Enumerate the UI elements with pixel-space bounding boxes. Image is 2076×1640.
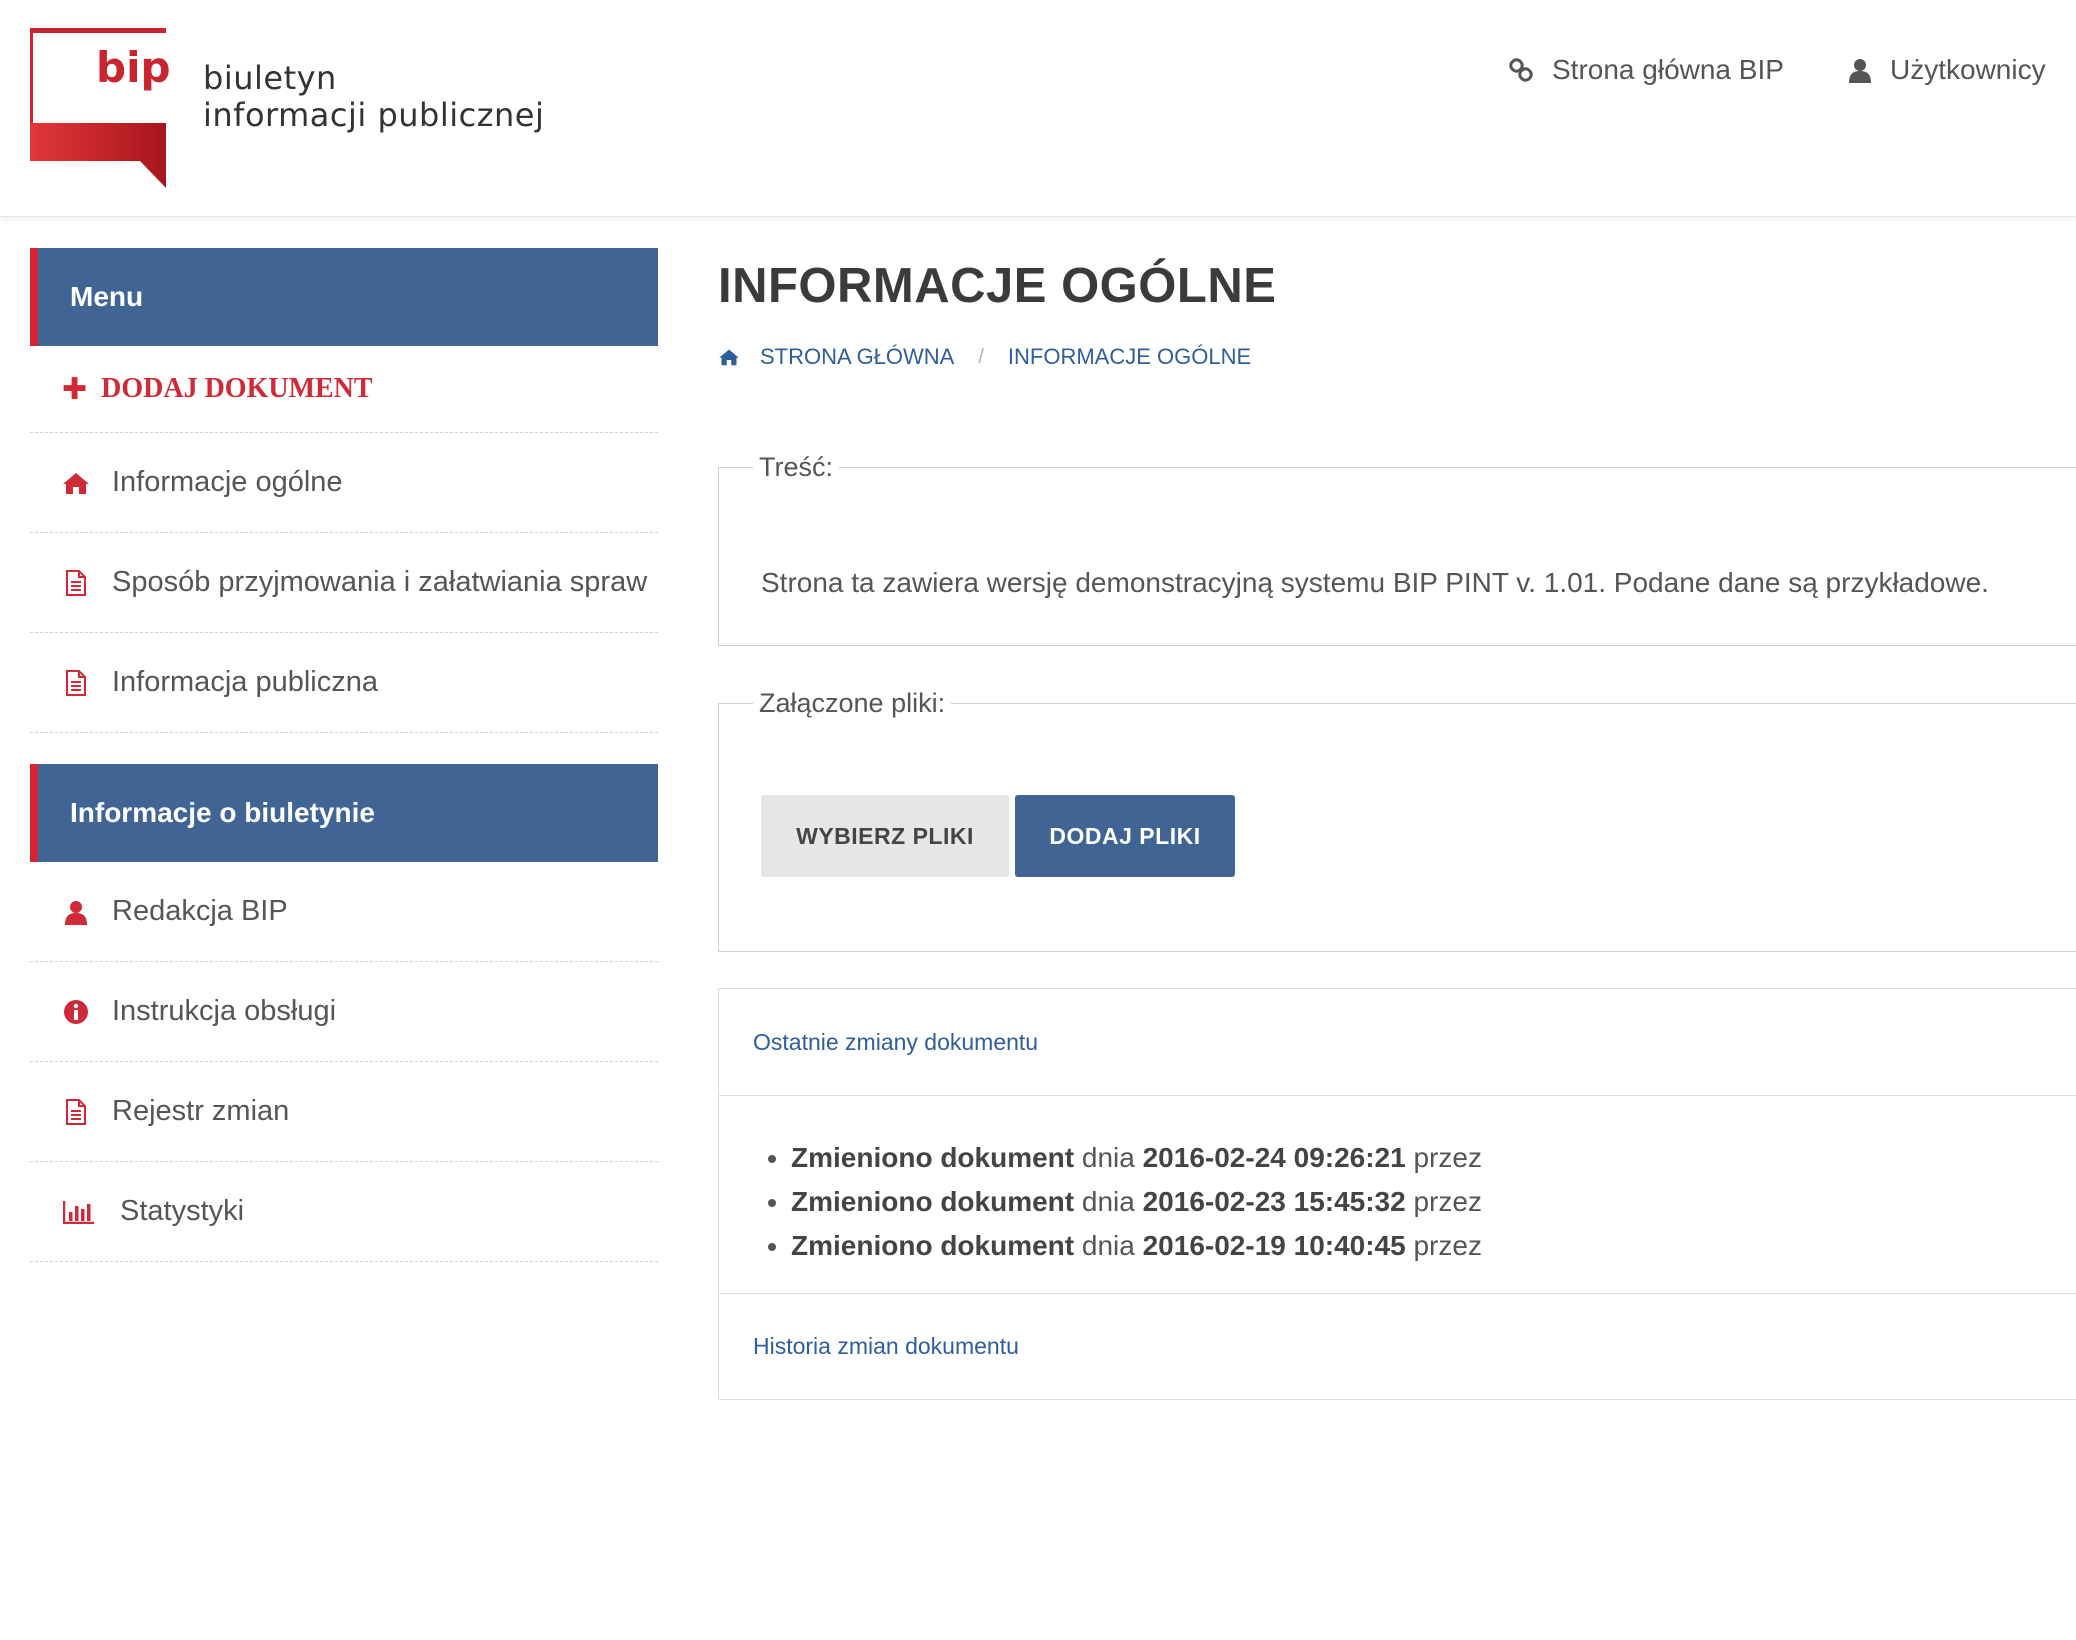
add-files-button[interactable]: DODAJ PLIKI xyxy=(1015,795,1235,877)
sidebar-item-label: Informacje ogólne xyxy=(112,466,343,498)
changes-list: Zmieniono dokument dnia 2016-02-24 09:26… xyxy=(719,1096,2076,1294)
list-item: Zmieniono dokument dnia 2016-02-23 15:45… xyxy=(791,1180,2076,1224)
change-action: Zmieniono dokument xyxy=(791,1230,1075,1261)
plus-icon: ✚ xyxy=(62,371,88,407)
sidebar-item-sposob-przyjmowania[interactable]: Sposób przyjmowania i załatwiania spraw xyxy=(30,533,658,633)
sidebar-item-label: Statystyki xyxy=(120,1195,245,1227)
change-word-day: dnia xyxy=(1081,1142,1135,1173)
bar-chart-icon xyxy=(62,1198,96,1226)
bip-mark: bip xyxy=(96,43,170,92)
add-document-label: DODAJ DOKUMENT xyxy=(101,373,373,404)
home-icon xyxy=(62,469,90,497)
content-text: Strona ta zawiera wersję demonstracyjną … xyxy=(761,567,1989,598)
info-icon xyxy=(62,998,90,1026)
change-word-day: dnia xyxy=(1081,1186,1135,1217)
logo-text: biuletyn informacji publicznej xyxy=(203,60,544,134)
sidebar-item-label: Redakcja BIP xyxy=(112,895,288,927)
change-word-by: przez xyxy=(1413,1142,1482,1173)
attached-files-fieldset: Załączone pliki: WYBIERZ PLIKI DODAJ PLI… xyxy=(718,688,2076,952)
page-title: INFORMACJE OGÓLNE xyxy=(718,259,1277,313)
recent-changes-link[interactable]: Ostatnie zmiany dokumentu xyxy=(719,989,2076,1096)
users-link-label: Użytkownicy xyxy=(1890,54,2046,85)
sidebar-item-statystyki[interactable]: Statystyki xyxy=(30,1162,658,1262)
home-bip-link-label: Strona główna BIP xyxy=(1552,54,1784,85)
menu-header: Menu xyxy=(30,248,658,346)
breadcrumb: STRONA GŁÓWNA / INFORMACJE OGÓLNE xyxy=(718,344,1251,370)
sidebar-item-label: Instrukcja obsługi xyxy=(112,995,337,1027)
change-action: Zmieniono dokument xyxy=(791,1142,1075,1173)
breadcrumb-current[interactable]: INFORMACJE OGÓLNE xyxy=(1008,344,1251,370)
sidebar-item-label: Sposób przyjmowania i załatwiania spraw xyxy=(112,566,648,598)
choose-files-button[interactable]: WYBIERZ PLIKI xyxy=(761,795,1009,877)
user-icon xyxy=(62,898,90,926)
change-word-by: przez xyxy=(1413,1186,1482,1217)
info-header: Informacje o biuletynie xyxy=(30,764,658,862)
history-link[interactable]: Historia zmian dokumentu xyxy=(719,1294,2076,1399)
logo-line-1: biuletyn xyxy=(203,59,337,97)
sidebar-item-label: Informacja publiczna xyxy=(112,666,378,698)
change-datetime: 2016-02-19 10:40:45 xyxy=(1142,1230,1406,1261)
change-word-by: przez xyxy=(1413,1230,1482,1261)
sidebar-item-informacje-ogolne[interactable]: Informacje ogólne xyxy=(30,433,658,533)
breadcrumb-home-link[interactable]: STRONA GŁÓWNA xyxy=(760,344,954,370)
breadcrumb-separator: / xyxy=(978,345,984,368)
list-item: Zmieniono dokument dnia 2016-02-24 09:26… xyxy=(791,1136,2076,1180)
change-action: Zmieniono dokument xyxy=(791,1186,1075,1217)
bip-logo[interactable]: bip biuletyn informacji publicznej xyxy=(30,28,544,190)
top-nav-users[interactable]: Użytkownicy xyxy=(1848,50,2046,90)
user-icon xyxy=(1849,59,1871,83)
changes-panel: Ostatnie zmiany dokumentu Zmieniono doku… xyxy=(718,988,2076,1400)
sidebar: Menu ✚ DODAJ DOKUMENT Informacje ogólne … xyxy=(30,248,658,1262)
attached-files-legend: Załączone pliki: xyxy=(759,688,946,718)
document-icon xyxy=(62,1098,90,1126)
sidebar-item-redakcja-bip[interactable]: Redakcja BIP xyxy=(30,862,658,962)
bip-logo-icon: bip xyxy=(30,28,171,188)
document-icon xyxy=(62,669,90,697)
sidebar-item-informacja-publiczna[interactable]: Informacja publiczna xyxy=(30,633,658,733)
change-datetime: 2016-02-24 09:26:21 xyxy=(1142,1142,1406,1173)
list-item: Zmieniono dokument dnia 2016-02-19 10:40… xyxy=(791,1224,2076,1268)
link-icon xyxy=(1509,58,1533,82)
logo-line-2: informacji publicznej xyxy=(203,96,545,134)
home-bip-link[interactable]: Strona główna BIP xyxy=(1508,54,1784,86)
change-datetime: 2016-02-23 15:45:32 xyxy=(1142,1186,1406,1217)
top-nav-home[interactable]: Strona główna BIP xyxy=(1508,50,1784,90)
add-document-button[interactable]: ✚ DODAJ DOKUMENT xyxy=(30,346,658,433)
sidebar-item-rejestr-zmian[interactable]: Rejestr zmian xyxy=(30,1062,658,1162)
home-icon[interactable] xyxy=(718,348,740,366)
sidebar-item-label: Rejestr zmian xyxy=(112,1095,290,1127)
document-icon xyxy=(62,569,90,597)
content-legend: Treść: xyxy=(759,452,833,482)
sidebar-item-instrukcja-obslugi[interactable]: Instrukcja obsługi xyxy=(30,962,658,1062)
content-fieldset: Treść: Strona ta zawiera wersję demonstr… xyxy=(718,452,2076,646)
change-word-day: dnia xyxy=(1081,1230,1135,1261)
users-link[interactable]: Użytkownicy xyxy=(1848,54,2046,86)
header: bip biuletyn informacji publicznej Stron… xyxy=(0,0,2076,217)
